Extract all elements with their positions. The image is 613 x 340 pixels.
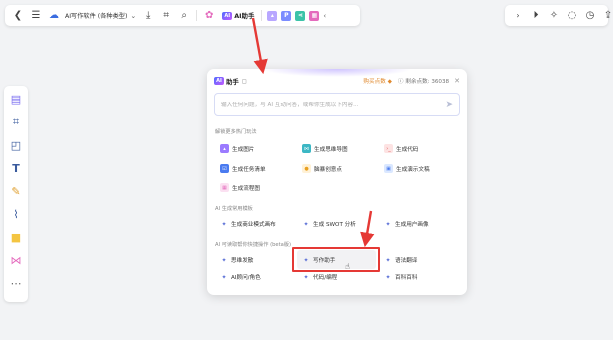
image-icon: ▴: [220, 144, 229, 153]
help-icon[interactable]: ◻: [242, 78, 247, 85]
item-label: 生成用户画像: [395, 222, 429, 228]
more-icon[interactable]: ⋯: [7, 274, 25, 292]
ask-input[interactable]: [221, 101, 446, 108]
comment-icon[interactable]: ◌: [563, 7, 581, 25]
item-label: 代码/编程: [313, 275, 338, 281]
buy-points-link[interactable]: 购买点数 ◆: [363, 77, 391, 85]
explore-item-brainstorm[interactable]: ● 脑暴创意点: [302, 164, 342, 173]
clock-icon[interactable]: ◷: [581, 7, 599, 25]
divider: [196, 10, 198, 21]
share-tool-icon[interactable]: ⋖: [295, 10, 306, 21]
tag-icon[interactable]: ⌗: [157, 7, 175, 25]
chevron-right-icon[interactable]: ›: [509, 7, 527, 25]
item-label: 百科百科: [395, 275, 418, 281]
presentation-icon: ▣: [384, 164, 393, 173]
template-item-canvas[interactable]: ✦ 生成商业模式画布: [220, 220, 276, 229]
sparkle-icon: ✦: [221, 273, 227, 281]
chevron-left-icon[interactable]: ‹: [323, 12, 326, 20]
sparkle-icon: ✦: [385, 256, 391, 264]
sparkle-icon: ✦: [303, 273, 309, 281]
section-explore: 解锁更多热门玩法: [215, 129, 257, 135]
item-label: 思维发散: [231, 258, 254, 264]
palette-icon[interactable]: ✿: [200, 7, 218, 25]
sparkle-icon: ✦: [385, 273, 391, 281]
download-icon[interactable]: ⤓: [139, 7, 157, 25]
sparkle-icon: ✦: [221, 256, 227, 264]
sticky-note-icon[interactable]: ■: [7, 228, 25, 246]
lightbulb-icon: ●: [302, 164, 311, 173]
template-item-persona[interactable]: ✦ 生成用户画像: [384, 220, 429, 229]
item-label: 生成思维导图: [314, 146, 348, 153]
connector-icon[interactable]: ⌇: [7, 205, 25, 223]
panel-header: AI 助手 ◻ 购买点数 ◆ ⓘ 剩余点数: 36038 ✕: [214, 75, 460, 87]
quick-item-code[interactable]: ✦ 代码/编程: [302, 273, 338, 282]
chevron-down-icon[interactable]: ⌄: [130, 12, 136, 20]
item-label: 生成演示文稿: [396, 166, 430, 173]
item-label: 语法翻译: [395, 258, 418, 264]
explore-item-code[interactable]: ›_ 生成代码: [384, 144, 418, 153]
sparkle-icon: ✦: [385, 220, 391, 228]
sparkle-icon[interactable]: ✧: [545, 7, 563, 25]
quick-item-encyclopedia[interactable]: ✦ 百科百科: [384, 273, 418, 282]
quick-item-advisor[interactable]: ✦ AI顾问/角色: [220, 273, 261, 282]
item-label: 生成流程图: [232, 185, 260, 192]
section-quick: AI 可读取帮你快捷操作 (beta版): [215, 242, 291, 248]
ai-assistant-button[interactable]: AI AI助手: [222, 11, 254, 20]
section-template: AI 生成常用模板: [215, 206, 253, 212]
panel-title: 助手: [226, 77, 239, 86]
search-icon[interactable]: ⌕: [175, 7, 193, 25]
template-item-swot[interactable]: ✦ 生成 SWOT 分析: [302, 220, 356, 229]
item-label: 生成代码: [396, 146, 419, 153]
item-label: 生成 SWOT 分析: [313, 222, 356, 228]
quick-item-diverge[interactable]: ✦ 思维发散: [220, 256, 254, 265]
share-icon[interactable]: ⇪: [599, 7, 613, 25]
text-icon[interactable]: T: [7, 159, 25, 177]
top-right-toolbar: › ⏵ ✧ ◌ ◷ ⇪: [505, 5, 612, 26]
item-label: 生成图片: [232, 146, 255, 153]
highlight-box: [292, 247, 380, 272]
top-toolbar: ❮ ☰ ☁ AI写作软件 (各种类型) ⌄ ⤓ ⌗ ⌕ ✿ AI AI助手 ▴ …: [5, 5, 360, 26]
back-icon[interactable]: ❮: [9, 7, 27, 25]
document-title[interactable]: AI写作软件 (各种类型): [65, 11, 127, 20]
ai-logo-icon: AI: [214, 77, 224, 85]
sparkle-icon: ✦: [303, 220, 309, 228]
frame-icon[interactable]: ⌗: [7, 113, 25, 131]
cloud-icon: ☁: [49, 10, 59, 21]
menu-icon[interactable]: ☰: [27, 7, 45, 25]
explore-item-presentation[interactable]: ▣ 生成演示文稿: [384, 164, 430, 173]
divider: [261, 10, 263, 21]
checklist-icon: ☑: [220, 164, 229, 173]
item-label: 生成商业模式画布: [231, 222, 276, 228]
shape-icon[interactable]: ◰: [7, 136, 25, 154]
mindmap-icon[interactable]: ⋈: [7, 251, 25, 269]
item-label: AI顾问/角色: [231, 275, 261, 281]
ai-assistant-label: AI助手: [234, 12, 255, 20]
item-label: 脑暴创意点: [314, 166, 342, 173]
flow-tool-icon[interactable]: ▦: [309, 10, 320, 21]
explore-item-tasklist[interactable]: ☑ 生成任务清单: [220, 164, 266, 173]
pen-icon[interactable]: ✎: [7, 182, 25, 200]
close-icon[interactable]: ✕: [454, 77, 460, 85]
remaining-points: ⓘ 剩余点数: 36038: [397, 79, 450, 85]
explore-item-image[interactable]: ▴ 生成图片: [220, 144, 254, 153]
send-icon[interactable]: ➤: [445, 100, 453, 110]
mouse-cursor-icon: ☝: [345, 262, 350, 271]
flowchart-icon: ▦: [220, 183, 229, 192]
play-icon[interactable]: ⏵: [527, 7, 545, 25]
explore-item-flowchart[interactable]: ▦ 生成流程图: [220, 183, 260, 192]
left-toolbar: ▤ ⌗ ◰ T ✎ ⌇ ■ ⋈ ⋯: [4, 86, 28, 302]
mindmap-icon: ⋈: [302, 144, 311, 153]
template-icon[interactable]: ▤: [7, 90, 25, 108]
code-icon: ›_: [384, 144, 393, 153]
image-tool-icon[interactable]: ▴: [267, 10, 278, 21]
ai-logo-icon: AI: [222, 11, 233, 20]
explore-item-mindmap[interactable]: ⋈ 生成思维导图: [302, 144, 348, 153]
p-tool-icon[interactable]: P: [281, 10, 292, 21]
ask-input-box[interactable]: ➤: [214, 93, 460, 116]
quick-item-translate[interactable]: ✦ 语法翻译: [384, 256, 418, 265]
sparkle-icon: ✦: [221, 220, 227, 228]
item-label: 生成任务清单: [232, 166, 266, 173]
